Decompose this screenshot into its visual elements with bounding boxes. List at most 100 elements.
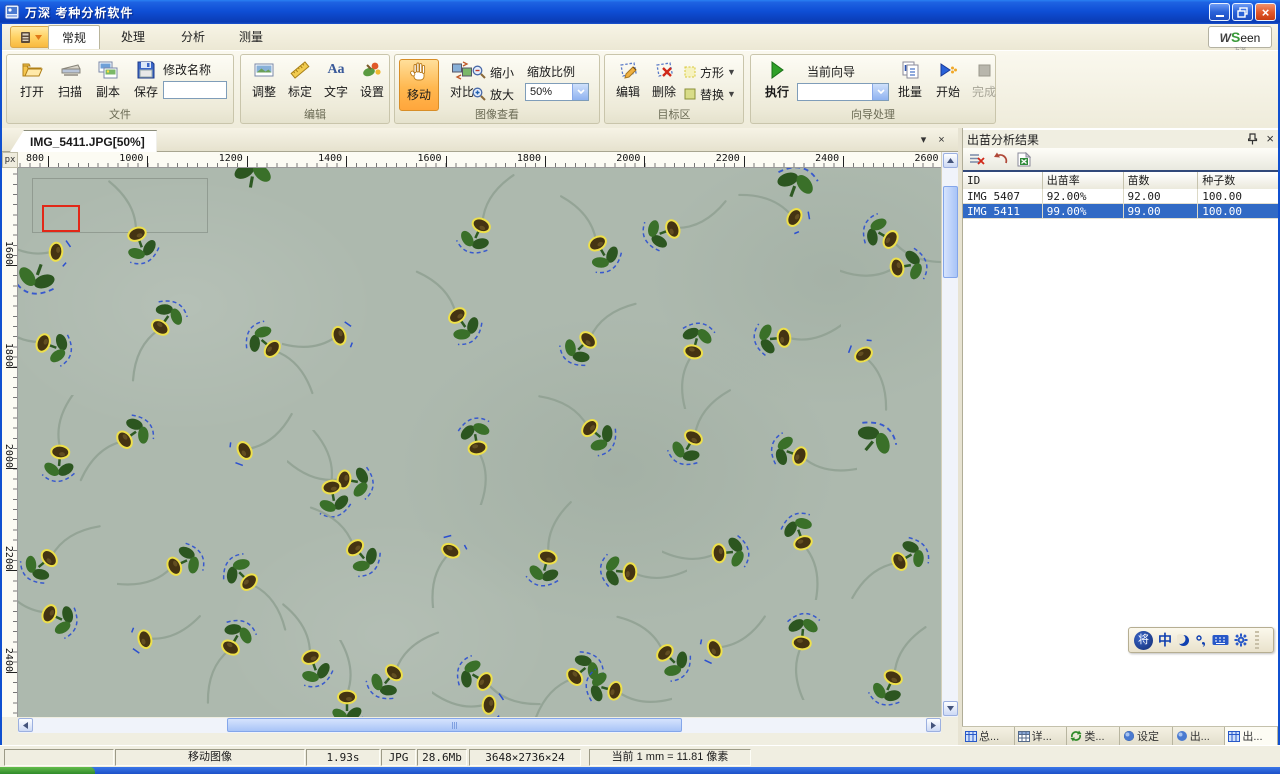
h-scrollbar[interactable] (18, 718, 941, 733)
ime-logo[interactable]: 将 (1134, 631, 1153, 650)
open-button[interactable]: 打开 (13, 59, 51, 107)
panel-tab-out1[interactable]: 出... (1173, 727, 1226, 745)
seedling (526, 282, 646, 402)
film-icon (19, 31, 32, 44)
seedling (652, 590, 772, 710)
status-filesize: 28.6Mb (417, 749, 467, 766)
batch-button[interactable]: 批量 (891, 59, 929, 107)
run-button[interactable]: 执行 (757, 59, 797, 111)
tab-analysis[interactable]: 分析 (168, 25, 218, 49)
scroll-right-button[interactable] (926, 718, 941, 732)
ime-settings-icon[interactable] (1234, 633, 1248, 647)
tab-process[interactable]: 处理 (108, 25, 158, 49)
text-button[interactable]: Aa 文字 (317, 59, 355, 107)
panel-toolbar (963, 148, 1278, 170)
export-excel-button[interactable] (1017, 152, 1031, 167)
zoom-ratio-combo[interactable]: 50% (525, 83, 589, 101)
square-dropdown-icon[interactable]: ▼ (727, 67, 736, 77)
close-button[interactable]: × (1255, 3, 1276, 21)
zoom-in-button[interactable]: 放大 (471, 85, 514, 103)
group-caption-file: 文件 (7, 106, 233, 122)
panel-tab-out2[interactable]: 出... (1225, 727, 1278, 745)
current-wizard-combo[interactable] (797, 83, 889, 101)
panel-tab-settings[interactable]: 设定 (1120, 727, 1173, 745)
seedling (552, 630, 672, 717)
tab-general[interactable]: 常规 (48, 25, 100, 49)
detail-table-icon (1018, 731, 1030, 742)
ruler-major-tick (147, 156, 148, 167)
tab-measure[interactable]: 测量 (226, 25, 276, 49)
replace-shape-icon (683, 87, 697, 101)
seedling (190, 168, 310, 250)
chevron-down-icon[interactable] (872, 84, 888, 100)
col-count: 苗数 (1124, 172, 1199, 189)
seedling (517, 615, 637, 717)
v-ruler: 16001800200022002400 (2, 168, 18, 717)
ruler-major-tick (545, 156, 546, 167)
app-menu-button[interactable] (10, 26, 50, 48)
scrollbar-corner (941, 718, 958, 733)
ime-keyboard-icon[interactable] (1212, 634, 1229, 646)
zoom-out-button[interactable]: 缩小 (471, 63, 514, 81)
replace-dropdown-icon[interactable]: ▼ (727, 89, 736, 99)
start-button-fragment[interactable] (0, 767, 95, 774)
target-delete-button[interactable]: 删除 (645, 59, 683, 107)
table-row[interactable]: IMG 541199.00%99.00100.00 (963, 204, 1278, 219)
start-button[interactable]: 开始 (929, 59, 967, 107)
panel-tab-class[interactable]: 类... (1067, 727, 1120, 745)
panel-tab-summary[interactable]: 总... (962, 727, 1015, 745)
delete-row-button[interactable] (969, 152, 985, 166)
panel-header: 出苗分析结果 × (963, 130, 1278, 148)
scroll-down-button[interactable] (943, 701, 958, 716)
seedling (210, 287, 330, 407)
table-row[interactable]: IMG 540792.00%92.00100.00 (963, 189, 1278, 204)
ime-mode[interactable]: 中 (1158, 630, 1172, 650)
tab-close-button[interactable]: × (934, 133, 949, 148)
scroll-left-button[interactable] (18, 718, 33, 732)
target-edit-button[interactable]: 编辑 (609, 59, 647, 107)
seedling (532, 370, 652, 490)
save-button[interactable]: 保存 (127, 59, 165, 107)
scan-button[interactable]: 扫描 (51, 59, 89, 107)
ime-bar[interactable]: 将 中 (1128, 627, 1274, 653)
ruler-major-tick (6, 570, 17, 571)
rename-input[interactable] (163, 81, 227, 99)
seedling (802, 292, 922, 412)
calibrate-button[interactable]: 标定 (281, 59, 319, 107)
status-scale: 当前 1 mm = 11.81 像素 (589, 749, 751, 766)
minimize-button[interactable] (1209, 3, 1230, 21)
adjust-button[interactable]: 调整 (245, 59, 283, 107)
image-canvas[interactable] (18, 168, 941, 717)
ruler-major-tick (446, 156, 447, 167)
replace-shape-button[interactable]: 替换 ▼ (683, 85, 736, 103)
seedling (187, 520, 307, 640)
move-button[interactable]: 移动 (399, 59, 439, 111)
tab-list-button[interactable]: ▾ (916, 133, 931, 148)
scroll-up-button[interactable] (943, 153, 958, 168)
undo-button[interactable] (993, 152, 1009, 166)
document-tab[interactable]: IMG_5411.JPG[50%] (10, 130, 157, 152)
v-scrollbar[interactable] (941, 152, 958, 717)
square-shape-button[interactable]: 方形 ▼ (683, 63, 736, 81)
floppy-icon (135, 59, 157, 81)
settings-button[interactable]: 设置 (353, 59, 391, 107)
brand-logo: WSeen 万深 (1208, 26, 1272, 48)
ruler-major-tick (6, 468, 17, 469)
ime-drag-handle[interactable] (1255, 631, 1259, 649)
duplicate-button[interactable]: 副本 (89, 59, 127, 107)
panel-tab-detail[interactable]: 详... (1015, 727, 1068, 745)
chevron-down-icon[interactable] (572, 84, 588, 100)
status-empty (4, 749, 114, 766)
finish-button[interactable]: 完成 (965, 59, 1003, 107)
h-scroll-thumb[interactable] (227, 718, 682, 732)
ruler-tick-label: 2600 (889, 153, 939, 164)
arrow-left-icon (23, 722, 28, 729)
v-scroll-thumb[interactable] (943, 186, 958, 278)
pin-icon[interactable] (1248, 133, 1258, 145)
ruler-major-tick (247, 156, 248, 167)
ime-fullwidth-icon[interactable] (1177, 634, 1190, 647)
ime-punct-icon[interactable] (1195, 634, 1207, 647)
restore-button[interactable] (1232, 3, 1253, 21)
restore-icon (1237, 7, 1248, 18)
panel-close-icon[interactable]: × (1266, 133, 1274, 145)
